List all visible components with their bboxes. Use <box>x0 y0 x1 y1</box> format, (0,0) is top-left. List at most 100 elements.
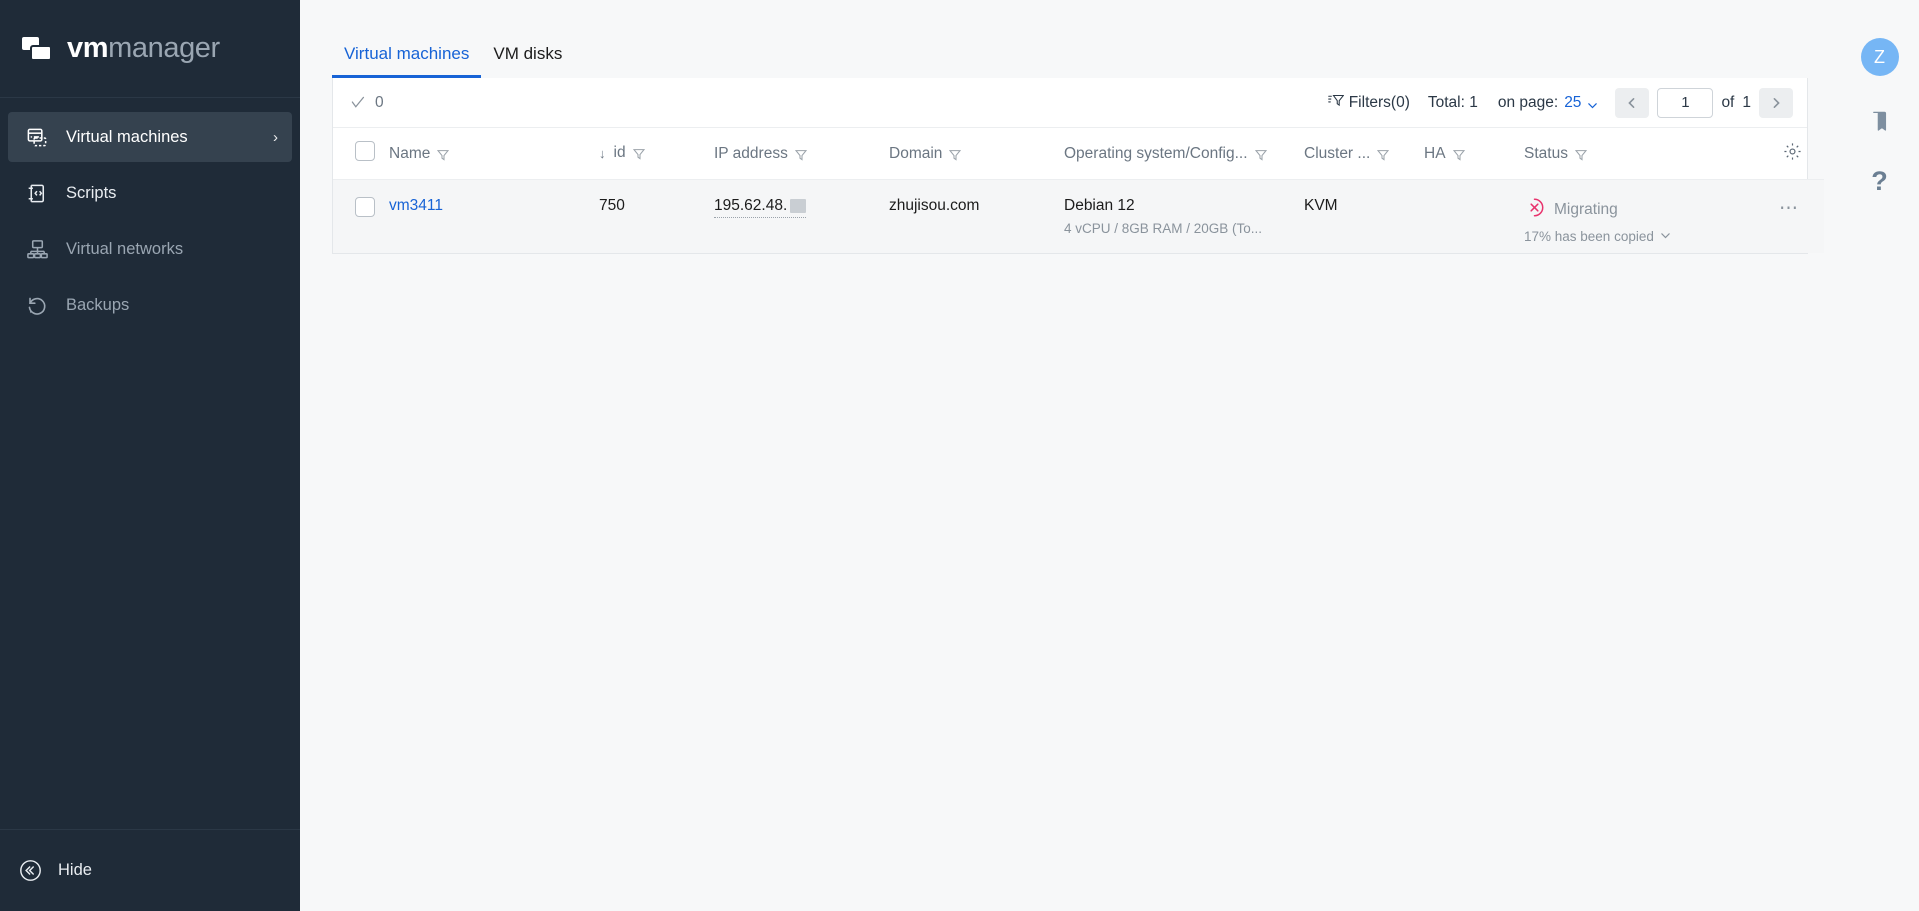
selected-count: 0 <box>375 93 384 111</box>
sidebar-nav: Virtual machines › Scripts Virtual netwo… <box>0 98 300 829</box>
check-icon <box>349 94 366 111</box>
vm-id: 750 <box>599 197 625 214</box>
page-count: 1 <box>1742 93 1751 111</box>
funnel-icon[interactable] <box>1377 148 1390 161</box>
row-select-cell <box>333 180 389 253</box>
server-icon <box>24 124 50 150</box>
right-rail: Z ? <box>1840 0 1919 911</box>
question-mark-icon[interactable]: ? <box>1865 166 1895 196</box>
cell-ip-address: 195.62.48. <box>714 180 889 253</box>
restore-clock-icon <box>24 292 50 318</box>
column-operating-system-label: Operating system/Config... <box>1064 144 1248 162</box>
funnel-icon[interactable] <box>1254 148 1267 161</box>
network-nodes-icon <box>24 236 50 262</box>
selection-summary[interactable]: 0 <box>349 94 384 112</box>
total-label: Total: 1 <box>1427 93 1478 111</box>
ip-redacted-block <box>790 199 807 213</box>
column-domain-label: Domain <box>889 144 943 162</box>
on-page-label: on page: <box>1497 93 1559 111</box>
column-operating-system[interactable]: Operating system/Config... <box>1064 128 1304 180</box>
sidebar-label-backups: Backups <box>66 295 130 314</box>
on-page-selector[interactable]: on page: 25 <box>1498 94 1598 112</box>
filters-label: Filters(0) <box>1348 93 1410 111</box>
vm-table: Name ↓ id IP address Domain Operating sy… <box>333 128 1824 253</box>
funnel-icon[interactable] <box>949 148 962 161</box>
script-code-icon <box>24 180 50 206</box>
column-status-label: Status <box>1524 144 1568 162</box>
column-cluster[interactable]: Cluster ... <box>1304 128 1424 180</box>
funnel-icon[interactable] <box>1574 148 1588 161</box>
sidebar-label-virtual-networks: Virtual networks <box>66 239 184 258</box>
table-row[interactable]: vm3411 750 195.62.48. zhujisou.com Debia… <box>333 179 1824 253</box>
help-glyph: ? <box>1871 165 1888 196</box>
toolbar-right: Filters(0) Total: 1 on page: 25 1 of 1 <box>1327 87 1793 118</box>
filters-button[interactable]: Filters(0) <box>1327 93 1410 113</box>
funnel-icon[interactable] <box>632 147 645 160</box>
sidebar-item-backups[interactable]: Backups <box>8 280 292 330</box>
column-id[interactable]: ↓ id <box>599 128 714 180</box>
cell-status: Migrating 17% has been copied <box>1524 180 1764 253</box>
vm-list-panel: 0 Filters(0) Total: 1 on page: 25 1 of 1… <box>332 78 1824 254</box>
column-id-label: id <box>613 144 626 162</box>
list-toolbar: 0 Filters(0) Total: 1 on page: 25 1 of 1 <box>333 78 1807 128</box>
avatar-initial: Z <box>1874 46 1885 67</box>
next-page-button[interactable] <box>1759 87 1793 118</box>
avatar[interactable]: Z <box>1860 38 1899 76</box>
status-text: Migrating <box>1554 201 1618 218</box>
cell-name: vm3411 <box>389 180 599 253</box>
chevron-right-icon: › <box>273 128 278 146</box>
column-ip-address-label: IP address <box>714 144 788 162</box>
bookmark-icon[interactable] <box>1865 106 1895 136</box>
gear-icon[interactable] <box>1783 142 1802 161</box>
tab-bar: Virtual machines VM disks <box>300 0 1840 78</box>
tab-vm-disks[interactable]: VM disks <box>481 44 574 78</box>
prev-page-button[interactable] <box>1615 87 1650 118</box>
tab-virtual-machines-label: Virtual machines <box>344 44 470 63</box>
brand-name-light: manager <box>108 32 220 64</box>
sidebar-item-virtual-machines[interactable]: Virtual machines › <box>8 112 292 162</box>
select-all-cell <box>333 128 389 180</box>
column-ha[interactable]: HA <box>1424 128 1524 180</box>
sidebar-label-scripts: Scripts <box>66 183 117 202</box>
collapse-left-icon <box>18 858 44 884</box>
domain-value: zhujisou.com <box>889 197 980 214</box>
status-badge: Migrating <box>1524 197 1764 223</box>
row-checkbox[interactable] <box>355 197 375 217</box>
vm-name-link[interactable]: vm3411 <box>389 197 443 214</box>
column-cluster-label: Cluster ... <box>1304 144 1371 162</box>
status-progress[interactable]: 17% has been copied <box>1524 229 1764 244</box>
sidebar-item-virtual-networks[interactable]: Virtual networks <box>8 224 292 274</box>
column-status[interactable]: Status <box>1524 128 1764 180</box>
chevron-down-icon <box>1660 229 1671 244</box>
column-domain[interactable]: Domain <box>889 128 1064 180</box>
select-all-checkbox[interactable] <box>355 141 375 161</box>
migrating-error-icon <box>1524 197 1545 223</box>
funnel-icon[interactable] <box>1452 148 1465 161</box>
stacked-windows-icon <box>22 35 56 63</box>
hide-sidebar-button[interactable]: Hide <box>18 858 92 884</box>
ip-address-text: 195.62.48. <box>714 197 788 214</box>
funnel-icon[interactable] <box>437 148 450 161</box>
cell-actions: ⋯ <box>1764 180 1824 253</box>
vm-config-value: 4 vCPU / 8GB RAM / 20GB (To... <box>1064 221 1263 236</box>
os-value: Debian 12 <box>1064 197 1135 214</box>
app-logo[interactable]: vmmanager <box>0 0 300 98</box>
ip-address-value[interactable]: 195.62.48. <box>714 197 807 218</box>
tab-vm-disks-label: VM disks <box>493 44 563 63</box>
on-page-value: 25 <box>1564 93 1582 111</box>
column-name[interactable]: Name <box>389 128 599 180</box>
tab-virtual-machines[interactable]: Virtual machines <box>332 44 482 78</box>
funnel-icon[interactable] <box>794 148 807 161</box>
ellipsis-icon[interactable]: ⋯ <box>1779 198 1800 219</box>
sidebar-label-virtual-machines: Virtual machines <box>66 127 188 146</box>
left-sidebar: vmmanager Virtual machines › Scripts Vir… <box>0 0 300 911</box>
column-ip-address[interactable]: IP address <box>714 128 889 180</box>
column-ha-label: HA <box>1424 144 1446 162</box>
sort-asc-icon: ↓ <box>599 145 606 161</box>
sidebar-item-scripts[interactable]: Scripts <box>8 168 292 218</box>
cell-ha <box>1424 180 1524 253</box>
page-number-input[interactable] <box>1657 87 1714 118</box>
column-settings <box>1764 128 1824 180</box>
cluster-value: KVM <box>1304 197 1338 214</box>
page-of-label: of <box>1721 93 1735 111</box>
